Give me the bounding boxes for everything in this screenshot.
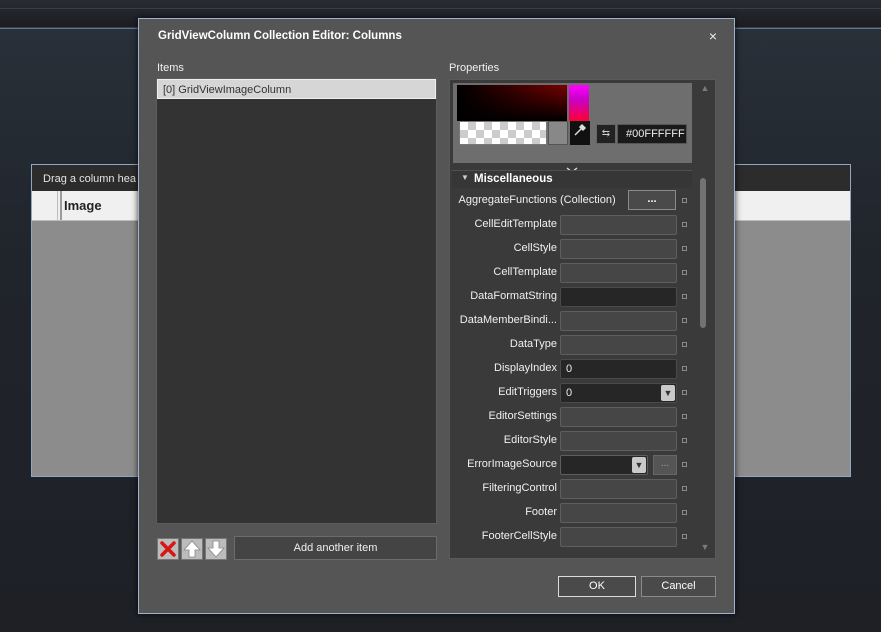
- property-marker: [682, 438, 687, 443]
- property-value-field[interactable]: [560, 431, 677, 451]
- property-marker: [682, 294, 687, 299]
- grid-row-indicator: [32, 191, 58, 220]
- property-row: CellStyle: [450, 238, 695, 260]
- property-row: AggregateFunctions (Collection) ...: [450, 190, 695, 212]
- property-name: FooterCellStyle: [481, 530, 557, 542]
- arrow-up-icon: [183, 540, 201, 558]
- edit-triggers-dropdown[interactable]: 0 ▼: [560, 383, 677, 403]
- property-marker: [682, 510, 687, 515]
- property-marker: [682, 318, 687, 323]
- property-row: DataFormatString: [450, 286, 695, 308]
- property-marker: [682, 414, 687, 419]
- property-row: EditorStyle: [450, 430, 695, 452]
- scroll-down-icon[interactable]: ▼: [698, 542, 712, 554]
- hex-color-field[interactable]: #00FFFFFF: [617, 124, 687, 144]
- property-marker: [682, 198, 687, 203]
- collapse-triangle-icon[interactable]: ▼: [461, 173, 469, 182]
- delete-icon: [160, 541, 176, 557]
- property-value-field[interactable]: [560, 335, 677, 355]
- property-value: (Collection): [560, 194, 616, 206]
- property-marker: [682, 366, 687, 371]
- eyedropper-icon[interactable]: [570, 121, 590, 145]
- display-index-field[interactable]: 0: [560, 359, 677, 379]
- color-preview-transparent: [459, 121, 547, 145]
- property-row: DisplayIndex 0: [450, 358, 695, 380]
- property-value-field[interactable]: [560, 527, 677, 547]
- property-marker: [682, 486, 687, 491]
- dialog-title: GridViewColumn Collection Editor: Column…: [158, 30, 402, 42]
- category-label: Miscellaneous: [474, 173, 553, 185]
- chevron-down-icon[interactable]: ▼: [632, 457, 646, 473]
- property-name: CellStyle: [513, 242, 557, 254]
- property-row: CellTemplate: [450, 262, 695, 284]
- property-row: ErrorImageSource ▼ ...: [450, 454, 695, 476]
- background-divider: [0, 8, 881, 9]
- property-name: Footer: [525, 506, 557, 518]
- property-name: DisplayIndex: [494, 362, 557, 374]
- color-picker: ⇆ #00FFFFFF: [453, 83, 692, 163]
- dropdown-value: 0: [566, 387, 573, 399]
- grid-column-header-image[interactable]: Image: [60, 191, 106, 220]
- property-name: ErrorImageSource: [467, 458, 557, 470]
- property-name: AggregateFunctions: [458, 194, 557, 206]
- swap-icon[interactable]: ⇆: [596, 124, 616, 144]
- property-name: DataFormatString: [470, 290, 557, 302]
- property-marker: [682, 342, 687, 347]
- hue-slider[interactable]: [569, 85, 589, 121]
- ok-button[interactable]: OK: [558, 576, 636, 597]
- property-name: FilteringControl: [482, 482, 557, 494]
- property-row: EditorSettings: [450, 406, 695, 428]
- scrollbar-thumb[interactable]: [700, 178, 706, 328]
- property-row: DataMemberBindi...: [450, 310, 695, 332]
- property-value-field[interactable]: [560, 263, 677, 283]
- error-image-source-dropdown[interactable]: ▼: [560, 455, 648, 475]
- property-name: CellTemplate: [493, 266, 557, 278]
- color-saturation-area[interactable]: [457, 85, 567, 121]
- close-icon[interactable]: ×: [705, 28, 721, 44]
- property-name: EditorSettings: [488, 410, 557, 422]
- property-grid: ⇆ #00FFFFFF ▲ ▼ ▼ Miscellaneous Aggregat…: [449, 79, 716, 559]
- property-marker: [682, 462, 687, 467]
- property-row: FilteringControl: [450, 478, 695, 500]
- list-item[interactable]: [0] GridViewImageColumn: [157, 79, 436, 99]
- property-value-field[interactable]: [560, 215, 677, 235]
- category-header[interactable]: ▼ Miscellaneous: [452, 170, 692, 188]
- properties-label: Properties: [449, 62, 500, 74]
- property-name: EditTriggers: [498, 386, 557, 398]
- ellipsis-button[interactable]: ...: [653, 455, 677, 475]
- property-name: DataType: [509, 338, 557, 350]
- property-name: EditorStyle: [503, 434, 557, 446]
- property-value-field[interactable]: [560, 407, 677, 427]
- cancel-button[interactable]: Cancel: [641, 576, 716, 597]
- property-marker: [682, 534, 687, 539]
- items-list[interactable]: [0] GridViewImageColumn: [156, 78, 437, 524]
- property-value-field[interactable]: [560, 239, 677, 259]
- property-value-field[interactable]: [560, 503, 677, 523]
- property-row: CellEditTemplate: [450, 214, 695, 236]
- scroll-up-icon[interactable]: ▲: [698, 83, 712, 95]
- property-value-field[interactable]: [560, 287, 677, 307]
- property-marker: [682, 390, 687, 395]
- property-marker: [682, 270, 687, 275]
- property-value-field[interactable]: [560, 479, 677, 499]
- delete-item-button[interactable]: [157, 538, 179, 560]
- property-row: FooterCellStyle: [450, 526, 695, 548]
- ellipsis-button[interactable]: ...: [628, 190, 676, 210]
- move-down-button[interactable]: [205, 538, 227, 560]
- property-name: CellEditTemplate: [474, 218, 557, 230]
- property-row: Footer: [450, 502, 695, 524]
- collection-editor-dialog: GridViewColumn Collection Editor: Column…: [138, 18, 735, 614]
- property-marker: [682, 222, 687, 227]
- property-row: DataType: [450, 334, 695, 356]
- color-preview-swatch: [548, 121, 568, 145]
- property-row: EditTriggers 0 ▼: [450, 382, 695, 404]
- chevron-down-icon[interactable]: ▼: [661, 385, 675, 401]
- items-label: Items: [157, 62, 184, 74]
- property-marker: [682, 246, 687, 251]
- property-value-field[interactable]: [560, 311, 677, 331]
- add-item-button[interactable]: Add another item: [234, 536, 437, 560]
- move-up-button[interactable]: [181, 538, 203, 560]
- property-name: DataMemberBindi...: [459, 314, 557, 326]
- arrow-down-icon: [207, 540, 225, 558]
